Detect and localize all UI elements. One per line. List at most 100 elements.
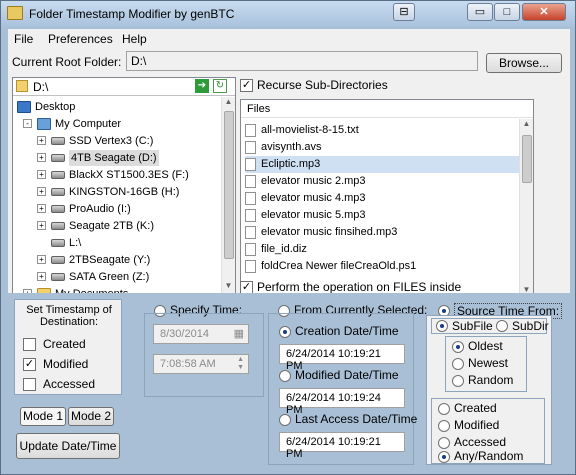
menu-help[interactable]: Help xyxy=(122,32,147,46)
files-list[interactable]: Files all-movielist-8-15.txt avisynth.avs… xyxy=(240,99,534,299)
tree-item[interactable]: + KINGSTON-16GB (H:) xyxy=(13,184,223,200)
tree-item-label: My Computer xyxy=(55,118,122,130)
expand-icon[interactable]: + xyxy=(37,187,46,196)
subdir-radio[interactable] xyxy=(496,320,508,332)
subfile-label: SubFile xyxy=(452,319,493,333)
modified-label: Modified xyxy=(43,357,89,371)
file-name: elevator music finsihed.mp3 xyxy=(261,226,398,238)
mode-1-tab[interactable]: Mode 1 xyxy=(20,407,66,426)
access-datetime-field[interactable]: 6/24/2014 10:19:21 PM xyxy=(279,432,405,460)
file-item[interactable]: elevator music 2.mp3 xyxy=(245,173,519,190)
oldest-label: Oldest xyxy=(468,339,503,353)
subfile-radio[interactable] xyxy=(436,320,448,332)
drive-icon xyxy=(51,188,65,196)
newest-label: Newest xyxy=(468,356,509,370)
source-any-random-radio[interactable] xyxy=(438,451,450,463)
tree-item[interactable]: L:\ xyxy=(13,235,223,251)
source-created-radio[interactable] xyxy=(438,403,450,415)
tree-item[interactable]: +4TB Seagate (D:) xyxy=(13,150,223,166)
tree-item[interactable]: + SSD Vertex3 (C:) xyxy=(13,133,223,149)
file-name: elevator music 2.mp3 xyxy=(261,175,366,187)
time-spinner-icon[interactable]: ▲ ▼ xyxy=(237,356,244,372)
accessed-checkbox[interactable] xyxy=(23,378,36,391)
mode-2-tab[interactable]: Mode 2 xyxy=(68,407,114,426)
source-modified-radio[interactable] xyxy=(438,420,450,432)
file-item[interactable]: all-movielist-8-15.txt xyxy=(245,122,519,139)
expand-icon[interactable]: + xyxy=(37,204,46,213)
oldest-radio[interactable] xyxy=(452,341,464,353)
refresh-icon[interactable]: ↻ xyxy=(213,79,227,93)
source-type-group: Created Modified Accessed Any/Random xyxy=(431,398,545,464)
modified-datetime-field[interactable]: 6/24/2014 10:19:24 PM xyxy=(279,388,405,416)
file-name: all-movielist-8-15.txt xyxy=(261,124,359,136)
source-time-group: SubFile SubDir Oldest Newest Random Crea… xyxy=(426,315,552,465)
collapse-icon[interactable]: - xyxy=(23,119,32,128)
recurse-checkbox[interactable]: ✓ xyxy=(240,79,253,92)
file-icon xyxy=(245,226,256,239)
tree-scrollbar[interactable]: ▲ ▼ xyxy=(221,97,235,294)
maximize-button[interactable]: □ xyxy=(494,3,520,21)
expand-icon[interactable]: + xyxy=(37,170,46,179)
menu-file[interactable]: File xyxy=(14,32,33,46)
update-datetime-button[interactable]: Update Date/Time xyxy=(16,433,120,459)
tree-item[interactable]: + BlackX ST1500.3ES (F:) xyxy=(13,167,223,183)
tree-scroll-thumb[interactable] xyxy=(224,111,234,259)
random-radio[interactable] xyxy=(452,375,464,387)
expand-icon[interactable]: + xyxy=(37,153,46,162)
age-group: Oldest Newest Random xyxy=(445,336,527,392)
specify-time-group: 8/30/2014 ▦ 7:08:58 AM ▲ ▼ xyxy=(144,313,264,397)
extra-window-button[interactable]: ⊟ xyxy=(393,3,415,21)
file-name: file_id.diz xyxy=(261,243,307,255)
expand-icon[interactable]: + xyxy=(37,255,46,264)
folder-tree[interactable]: Desktop - My Computer + SSD Vertex3 (C:) +4TB… xyxy=(13,97,223,294)
access-radio[interactable] xyxy=(279,414,291,426)
file-icon xyxy=(245,175,256,188)
up-folder-icon[interactable] xyxy=(16,80,28,92)
expand-icon[interactable]: + xyxy=(37,272,46,281)
tree-item-label: L:\ xyxy=(69,237,82,249)
tree-item-label: BlackX ST1500.3ES (F:) xyxy=(69,169,189,181)
calendar-icon[interactable]: ▦ xyxy=(234,327,244,340)
newest-radio[interactable] xyxy=(452,358,464,370)
creation-label: Creation Date/Time xyxy=(295,324,399,338)
creation-datetime-field[interactable]: 6/24/2014 10:19:21 PM xyxy=(279,344,405,372)
files-header: Files xyxy=(241,100,533,118)
tree-item[interactable]: + Seagate 2TB (K:) xyxy=(13,218,223,234)
file-item[interactable]: avisynth.avs xyxy=(245,139,519,156)
file-name: elevator music 4.mp3 xyxy=(261,192,366,204)
time-picker[interactable]: 7:08:58 AM ▲ ▼ xyxy=(153,354,249,374)
subfile-subdir-toggle: SubFile SubDir xyxy=(431,318,549,334)
tree-item[interactable]: + SATA Green (Z:) xyxy=(13,269,223,285)
browse-button[interactable]: Browse... xyxy=(486,53,562,73)
files-scroll-thumb[interactable] xyxy=(522,135,532,183)
date-picker[interactable]: 8/30/2014 ▦ xyxy=(153,324,249,344)
tree-item[interactable]: +2TBSeagate (Y:) xyxy=(13,252,223,268)
path-input[interactable]: D:\ xyxy=(33,80,48,94)
files-scroll-up-arrow-icon[interactable]: ▲ xyxy=(520,119,533,132)
modified-radio[interactable] xyxy=(279,370,291,382)
file-item[interactable]: elevator music 4.mp3 xyxy=(245,190,519,207)
tree-item-label: SATA Green (Z:) xyxy=(69,271,150,283)
root-folder-input[interactable]: D:\ xyxy=(126,51,478,71)
expand-icon[interactable]: + xyxy=(37,136,46,145)
path-bar: D:\ ➔ ↻ xyxy=(13,78,235,96)
created-checkbox[interactable] xyxy=(23,338,36,351)
files-scrollbar[interactable]: ▲ ▼ xyxy=(519,119,533,298)
tree-item[interactable]: - My Computer xyxy=(13,116,223,132)
file-item[interactable]: file_id.diz xyxy=(245,241,519,258)
minimize-button[interactable]: ▭ xyxy=(467,3,493,21)
file-item[interactable]: elevator music 5.mp3 xyxy=(245,207,519,224)
tree-item[interactable]: + ProAudio (I:) xyxy=(13,201,223,217)
file-item[interactable]: foldCrea Newer fileCreaOld.ps1 xyxy=(245,258,519,275)
file-item[interactable]: Ecliptic.mp3 xyxy=(245,156,519,173)
expand-icon[interactable]: + xyxy=(37,221,46,230)
menu-preferences[interactable]: Preferences xyxy=(48,32,113,46)
source-accessed-radio[interactable] xyxy=(438,437,450,449)
modified-checkbox[interactable]: ✓ xyxy=(23,358,36,371)
close-button[interactable]: ✕ xyxy=(522,3,566,21)
creation-radio[interactable] xyxy=(279,326,291,338)
tree-item[interactable]: Desktop xyxy=(13,99,223,115)
file-item[interactable]: elevator music finsihed.mp3 xyxy=(245,224,519,241)
go-arrow-icon[interactable]: ➔ xyxy=(195,79,209,93)
scroll-up-arrow-icon[interactable]: ▲ xyxy=(222,97,235,110)
